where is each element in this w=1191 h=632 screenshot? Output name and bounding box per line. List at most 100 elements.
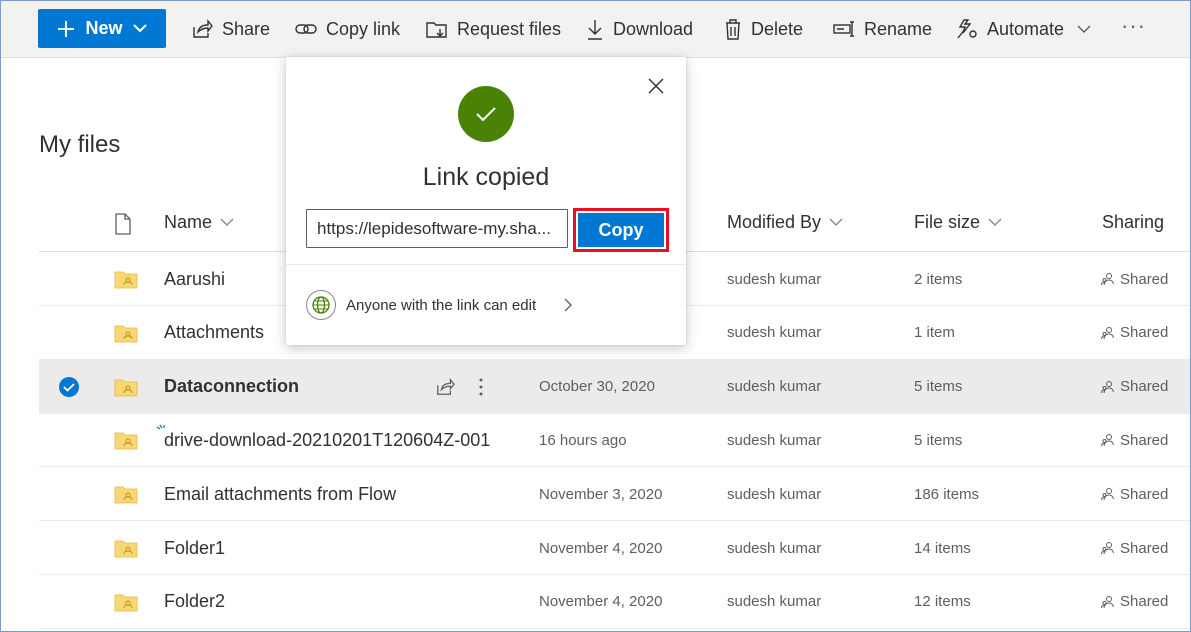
folder-icon (114, 271, 138, 289)
automate-label: Automate (987, 18, 1065, 39)
sharing-label: Shared (1120, 324, 1169, 342)
table-row[interactable]: drive-download-20210201T120604Z-001 16 ho… (39, 413, 1190, 468)
chevron-down-icon (132, 24, 147, 33)
sharing-status[interactable]: Shared (1101, 521, 1168, 575)
chevron-down-icon (1077, 25, 1091, 33)
rename-icon (833, 21, 854, 37)
sharing-column-header[interactable]: Sharing (1102, 212, 1164, 233)
new-item-spark-icon (156, 425, 165, 430)
automate-button[interactable]: Automate (956, 15, 1091, 43)
file-name[interactable]: drive-download-20210201T120604Z-001 (164, 413, 490, 467)
table-row[interactable]: Email attachments from Flow November 3, 2… (39, 467, 1190, 522)
row-checkbox[interactable] (59, 360, 79, 414)
sharing-status[interactable]: Shared (1101, 252, 1168, 306)
file-name[interactable]: Folder2 (164, 575, 225, 629)
file-size: 186 items (914, 485, 980, 503)
rename-label: Rename (864, 18, 933, 39)
request-files-label: Request files (457, 18, 562, 39)
people-icon (1101, 434, 1114, 447)
new-button[interactable]: New (38, 9, 166, 48)
file-name[interactable]: Email attachments from Flow (164, 467, 396, 521)
sharing-status[interactable]: Shared (1101, 413, 1168, 467)
people-icon (1101, 326, 1114, 339)
delete-button[interactable]: Delete (724, 15, 803, 43)
file-size-column-label: File size (914, 212, 981, 232)
modified-by: sudesh kumar (727, 378, 822, 396)
sharing-status[interactable]: Shared (1101, 360, 1168, 414)
people-icon (1101, 273, 1114, 286)
sharing-label: Shared (1120, 593, 1169, 611)
folder-icon (114, 432, 138, 450)
close-icon[interactable] (647, 77, 665, 95)
link-permission-setting[interactable]: Anyone with the link can edit (306, 290, 573, 320)
more-vertical-icon[interactable] (479, 378, 483, 396)
sharing-label: Shared (1120, 485, 1169, 503)
file-name[interactable]: Folder1 (164, 521, 225, 575)
people-icon (1101, 380, 1114, 393)
table-row[interactable]: Folder2 November 4, 2020 sudesh kumar 12 it… (39, 575, 1190, 629)
copy-link-button[interactable]: Copy link (295, 15, 400, 43)
sharing-label: Shared (1120, 270, 1169, 288)
file-size: 2 items (914, 270, 963, 288)
modified-by: sudesh kumar (727, 431, 822, 449)
file-name[interactable]: Dataconnection (164, 360, 299, 414)
modified-by: sudesh kumar (727, 593, 822, 611)
globe-icon (312, 296, 330, 314)
chevron-down-icon (988, 218, 1002, 226)
document-icon (115, 213, 131, 235)
folder-icon (114, 594, 138, 612)
table-row[interactable]: Folder1 November 4, 2020 sudesh kumar 14 it… (39, 521, 1190, 575)
modified-by-column-header[interactable]: Modified By (727, 212, 843, 233)
permission-text: Anyone with the link can edit (346, 296, 537, 314)
sharing-label: Shared (1120, 539, 1169, 557)
trash-icon (726, 19, 740, 40)
checkmark-icon (476, 107, 496, 122)
modified-by: sudesh kumar (727, 324, 822, 342)
download-button[interactable]: Download (586, 15, 693, 43)
sharing-status[interactable]: Shared (1101, 467, 1168, 521)
automate-icon (957, 19, 977, 39)
row-actions (435, 360, 483, 414)
modified-by: sudesh kumar (727, 485, 822, 503)
request-files-button[interactable]: Request files (426, 15, 561, 43)
folder-cell (114, 360, 138, 414)
share-label: Share (222, 18, 271, 39)
more-options-button[interactable]: ··· (1121, 13, 1146, 39)
modified-date: November 4, 2020 (539, 593, 663, 611)
sharing-status[interactable]: Shared (1101, 575, 1168, 629)
copy-button[interactable]: Copy (573, 208, 669, 252)
chevron-right-icon (564, 298, 573, 312)
folder-cell (114, 467, 138, 521)
file-size: 5 items (914, 431, 963, 449)
file-name[interactable]: Attachments (164, 306, 264, 360)
name-column-header[interactable]: Name (164, 212, 234, 233)
chevron-down-icon (220, 218, 234, 226)
link-url-field[interactable] (306, 209, 568, 248)
share-icon (193, 19, 213, 38)
sharing-column-label: Sharing (1102, 212, 1165, 232)
file-size-column-header[interactable]: File size (914, 212, 1002, 233)
name-column-label: Name (164, 212, 213, 232)
file-size: 12 items (914, 593, 971, 611)
file-type-header[interactable] (114, 213, 132, 235)
delete-label: Delete (751, 18, 804, 39)
modified-by-column-label: Modified By (727, 212, 822, 232)
copy-button-label: Copy (578, 213, 664, 247)
file-size: 5 items (914, 378, 963, 396)
table-row[interactable]: Dataconnection October 30, 2020 sudesh kum… (39, 359, 1190, 414)
people-icon (1101, 595, 1114, 608)
sharing-status[interactable]: Shared (1101, 306, 1168, 360)
checkmark-circle-icon (59, 376, 79, 397)
folder-arrow-icon (426, 22, 447, 38)
file-size: 1 item (914, 324, 955, 342)
dialog-divider (286, 264, 686, 265)
share-button[interactable]: Share (191, 15, 270, 43)
copy-link-label: Copy link (326, 18, 401, 39)
page-title: My files (39, 131, 121, 158)
share-icon[interactable] (435, 377, 455, 396)
rename-button[interactable]: Rename (833, 15, 932, 43)
file-name[interactable]: Aarushi (164, 252, 225, 306)
file-size: 14 items (914, 539, 971, 557)
modified-by: sudesh kumar (727, 270, 822, 288)
command-bar: New Share Copy link Request files Downlo… (1, 1, 1190, 58)
